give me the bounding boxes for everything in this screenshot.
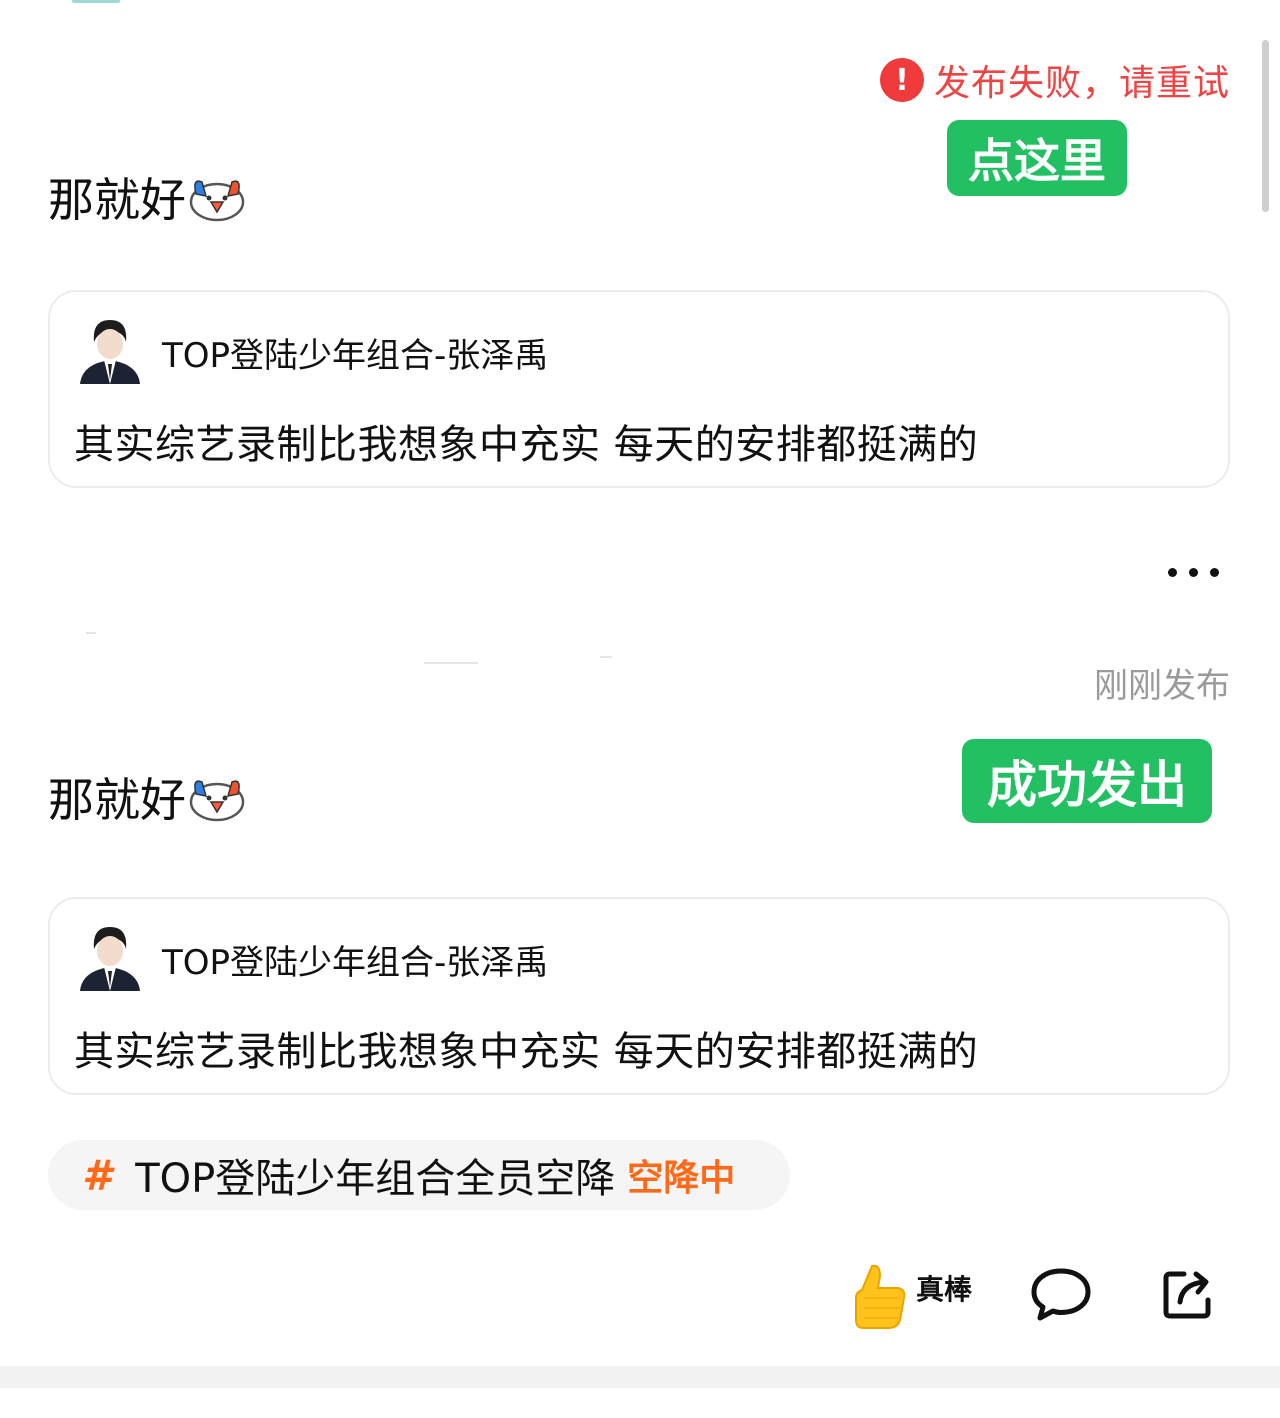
quoted-post-card[interactable]: TOP登陆少年组合-张泽禹 其实综艺录制比我想象中充实 每天的安排都挺满的 [48, 897, 1230, 1095]
divider-fragment [600, 656, 612, 658]
crying-duck-emoji-icon [189, 780, 245, 822]
comment-bubble-icon[interactable] [1030, 1266, 1092, 1322]
section-divider [0, 1366, 1280, 1388]
crying-duck-emoji-icon [189, 180, 245, 222]
divider-fragment [424, 662, 478, 664]
topic-tag[interactable]: # TOP登陆少年组合全员空降 空降中 [48, 1140, 790, 1210]
divider-fragment [86, 632, 96, 634]
published-post-text: 那就好 [48, 764, 246, 830]
topic-name: TOP登陆少年组合全员空降 [135, 1156, 616, 1202]
thumbs-up-icon [855, 1264, 906, 1329]
annotation-tag-success: 成功发出 [962, 739, 1212, 823]
post-timestamp: 刚刚发布 [1094, 666, 1230, 706]
post-text: 那就好 [48, 773, 186, 827]
top-partial-element [72, 0, 120, 3]
failed-post-text: 那就好 [48, 164, 246, 230]
post-text: 那就好 [48, 173, 186, 227]
like-label: 真棒 [916, 1273, 973, 1306]
avatar [80, 320, 140, 384]
share-icon[interactable] [1160, 1266, 1216, 1322]
error-icon: ! [879, 58, 924, 102]
quoted-post-body: 其实综艺录制比我想象中充实 每天的安排都挺满的 [74, 1029, 979, 1075]
quoted-post-body: 其实综艺录制比我想象中充实 每天的安排都挺满的 [74, 422, 979, 468]
quoted-post-card[interactable]: TOP登陆少年组合-张泽禹 其实综艺录制比我想象中充实 每天的安排都挺满的 [48, 290, 1230, 488]
annotation-tag-click-here: 点这里 [947, 120, 1127, 196]
hashtag-icon: # [82, 1150, 112, 1200]
quoted-author-name[interactable]: TOP登陆少年组合-张泽禹 [162, 935, 548, 984]
publish-failed-text[interactable]: 发布失败，请重试 [934, 54, 1230, 106]
like-button[interactable]: 真棒 [850, 1262, 972, 1330]
avatar [80, 927, 140, 991]
more-dots-icon[interactable] [1168, 568, 1219, 577]
scrollbar[interactable] [1262, 40, 1269, 212]
topic-status-badge: 空降中 [627, 1158, 736, 1199]
publish-failed-status[interactable]: ! 发布失败，请重试 [879, 58, 1230, 104]
quoted-author-name[interactable]: TOP登陆少年组合-张泽禹 [162, 328, 548, 377]
